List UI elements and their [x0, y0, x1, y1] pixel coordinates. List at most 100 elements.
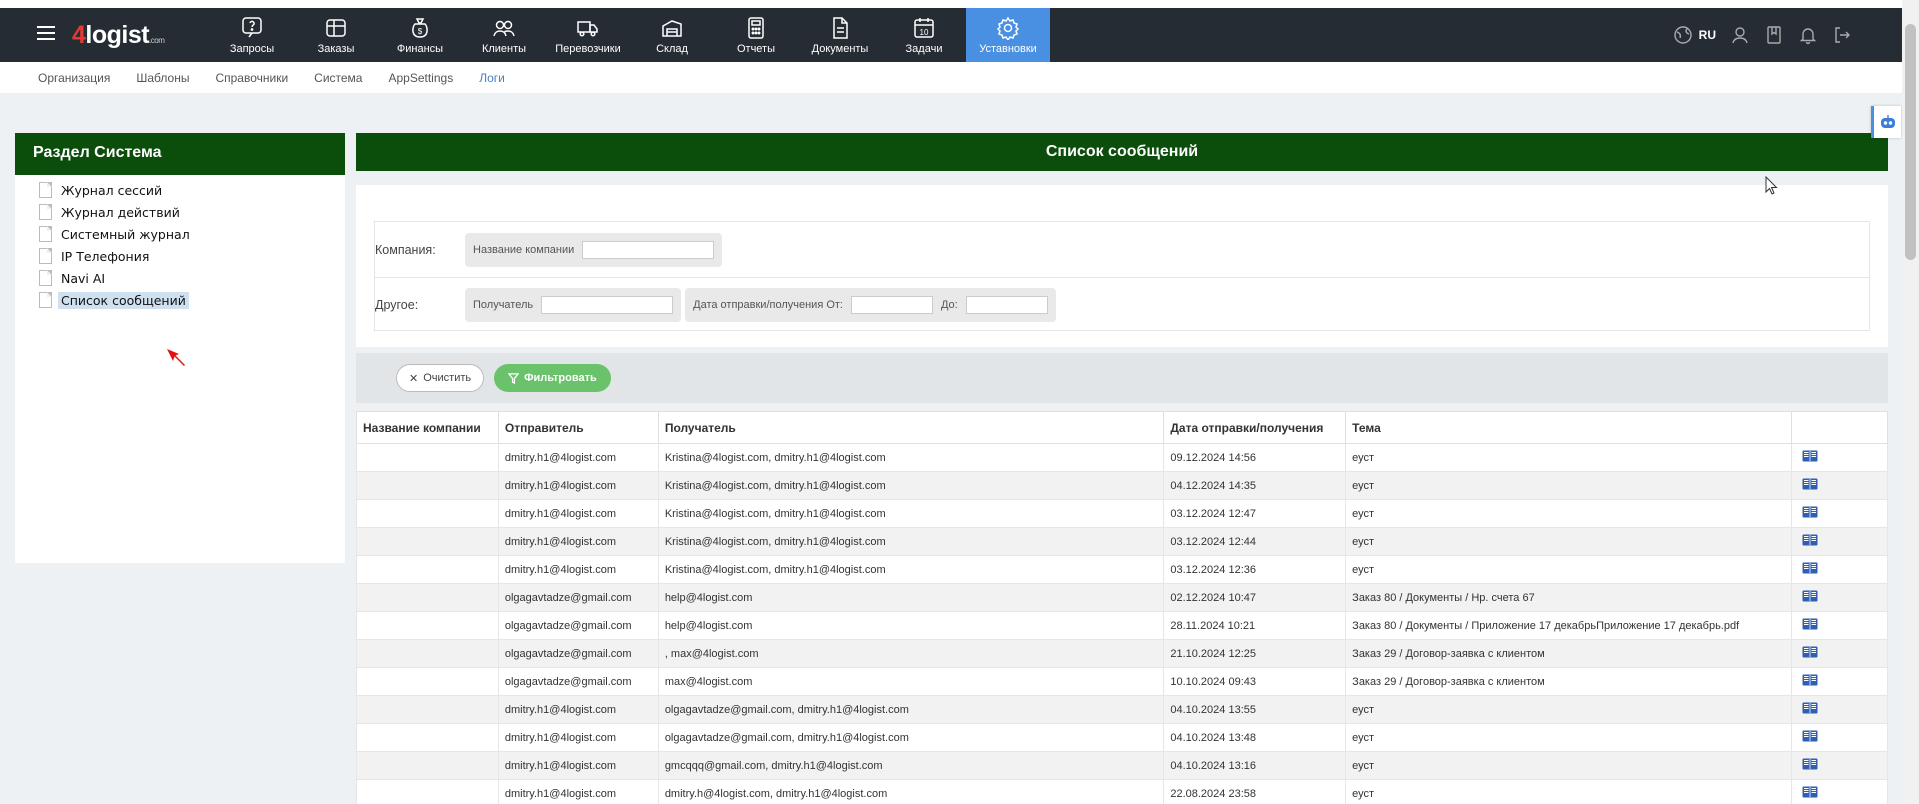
table-cell: dmitry.h1@4logist.com: [497, 443, 659, 472]
mouse-pointer-icon: [1765, 176, 1778, 195]
subnav-item-4[interactable]: Система: [314, 71, 362, 85]
table-cell: Kristina@4logist.com, dmitry.h1@4logist.…: [657, 443, 1165, 472]
document-icon: [39, 270, 52, 286]
view-cell: [1791, 695, 1888, 724]
top-navbar: 4logist.com Запросы Заказы $ Финансы Клиенты…: [0, 8, 1902, 62]
subnav-item-1[interactable]: Организация: [38, 71, 110, 85]
table-cell: help@4logist.com: [657, 611, 1165, 640]
open-book-icon[interactable]: [1802, 618, 1818, 630]
vertical-scrollbar[interactable]: [1902, 0, 1919, 804]
column-header[interactable]: Отправитель: [497, 411, 659, 444]
subnav-item-2[interactable]: Шаблоны: [136, 71, 189, 85]
subnav-item-5[interactable]: AppSettings: [388, 71, 453, 85]
sidebar-item-3[interactable]: Системный журнал: [39, 223, 345, 245]
globe-icon[interactable]: [1673, 25, 1693, 45]
view-cell: [1791, 443, 1888, 472]
nav-item-10[interactable]: Уставновки: [966, 8, 1050, 62]
company-name-input[interactable]: [582, 240, 715, 259]
nav-item-2[interactable]: Заказы: [294, 8, 378, 62]
table-row[interactable]: dmitry.h1@4logist.com Kristina@4logist.co…: [356, 443, 1888, 472]
nav-item-6[interactable]: Склад: [630, 8, 714, 62]
open-book-icon[interactable]: [1802, 590, 1818, 602]
table-row[interactable]: dmitry.h1@4logist.com olgagavtadze@gmail.…: [356, 695, 1888, 724]
filter-button[interactable]: Фильтровать: [494, 364, 611, 392]
open-book-icon[interactable]: [1802, 758, 1818, 770]
open-book-icon[interactable]: [1802, 702, 1818, 714]
open-book-icon[interactable]: [1802, 674, 1818, 686]
table-cell: help@4logist.com: [657, 583, 1165, 612]
open-book-icon[interactable]: [1802, 786, 1818, 798]
view-cell: [1791, 723, 1888, 752]
clear-button[interactable]: ✕ Очистить: [396, 364, 485, 392]
sidebar-item-label: Navi AI: [61, 270, 106, 286]
column-header[interactable]: Название компании: [356, 411, 499, 444]
table-cell: olgagavtadze@gmail.com: [497, 583, 659, 612]
table-cell: 04.12.2024 14:35: [1163, 471, 1347, 500]
nav-item-4[interactable]: Клиенты: [462, 8, 546, 62]
table-cell: [356, 471, 499, 500]
sidebar-item-1[interactable]: Журнал сессий: [39, 179, 345, 201]
table-row[interactable]: olgagavtadze@gmail.com max@4logist.com 10.…: [356, 667, 1888, 696]
table-row[interactable]: olgagavtadze@gmail.com help@4logist.com 28…: [356, 611, 1888, 640]
scrollbar-thumb[interactable]: [1905, 24, 1916, 260]
chatbot-button[interactable]: [1871, 106, 1901, 138]
open-book-icon[interactable]: [1802, 534, 1818, 546]
recipient-input[interactable]: [541, 296, 674, 314]
nav-item-5[interactable]: Перевозчики: [546, 8, 630, 62]
table-row[interactable]: dmitry.h1@4logist.com Kristina@4logist.co…: [356, 471, 1888, 500]
open-book-icon[interactable]: [1802, 506, 1818, 518]
nav-item-label: Задачи: [905, 42, 943, 55]
view-cell: [1791, 639, 1888, 668]
open-book-icon[interactable]: [1802, 478, 1818, 490]
hamburger-menu-icon[interactable]: [37, 26, 55, 40]
table-cell: dmitry.h1@4logist.com: [497, 527, 659, 556]
user-icon[interactable]: [1730, 25, 1750, 45]
table-cell: 03.12.2024 12:47: [1163, 499, 1347, 528]
table-cell: olgagavtadze@gmail.com: [497, 639, 659, 668]
column-header[interactable]: [1791, 411, 1888, 444]
open-book-icon[interactable]: [1802, 730, 1818, 742]
filter-row-company: Компания: Название компании: [375, 222, 1869, 277]
table-cell: 04.10.2024 13:48: [1163, 723, 1347, 752]
table-row[interactable]: olgagavtadze@gmail.com help@4logist.com 02…: [356, 583, 1888, 612]
language-selector[interactable]: RU: [1699, 28, 1716, 42]
table-row[interactable]: dmitry.h1@4logist.com Kristina@4logist.co…: [356, 499, 1888, 528]
open-book-icon[interactable]: [1802, 450, 1818, 462]
open-book-icon[interactable]: [1802, 646, 1818, 658]
table-cell: еуст: [1345, 471, 1793, 500]
nav-item-1[interactable]: Запросы: [210, 8, 294, 62]
column-header[interactable]: Получатель: [657, 411, 1165, 444]
view-cell: [1791, 471, 1888, 500]
truck-icon: [577, 20, 598, 37]
bell-icon[interactable]: [1798, 25, 1818, 45]
recipient-label: Получатель: [473, 299, 534, 311]
date-from-input[interactable]: [850, 296, 933, 314]
table-cell: dmitry.h1@4logist.com: [497, 695, 659, 724]
table-cell: Заказ 29 / Договор-заявка с клиентом: [1345, 667, 1793, 696]
table-cell: 02.12.2024 10:47: [1163, 583, 1347, 612]
logout-icon[interactable]: [1832, 25, 1852, 45]
table-row[interactable]: dmitry.h1@4logist.com Kristina@4logist.co…: [356, 527, 1888, 556]
column-header[interactable]: Тема: [1345, 411, 1793, 444]
nav-item-3[interactable]: $ Финансы: [378, 8, 462, 62]
sidebar-item-2[interactable]: Журнал действий: [39, 201, 345, 223]
date-to-input[interactable]: [965, 296, 1048, 314]
column-header[interactable]: Дата отправки/получения: [1163, 411, 1347, 444]
table-row[interactable]: dmitry.h1@4logist.com dmitry.h@4logist.co…: [356, 779, 1888, 804]
table-row[interactable]: dmitry.h1@4logist.com olgagavtadze@gmail.…: [356, 723, 1888, 752]
table-row[interactable]: dmitry.h1@4logist.com Kristina@4logist.co…: [356, 555, 1888, 584]
sidebar-item-4[interactable]: IP Телефония: [39, 245, 345, 267]
nav-item-8[interactable]: Документы: [798, 8, 882, 62]
open-book-icon[interactable]: [1802, 562, 1818, 574]
bookmark-book-icon[interactable]: [1764, 25, 1784, 45]
table-row[interactable]: dmitry.h1@4logist.com gmcqqq@gmail.com, d…: [356, 751, 1888, 780]
table-row[interactable]: olgagavtadze@gmail.com, max@4logist.com 2…: [356, 639, 1888, 668]
sidebar-item-5[interactable]: Navi AI: [39, 267, 345, 289]
sidebar-item-6[interactable]: Список сообщений: [39, 289, 345, 311]
nav-item-9[interactable]: 10 Задачи: [882, 8, 966, 62]
subnav-item-3[interactable]: Справочники: [215, 71, 288, 85]
subnav-item-6[interactable]: Логи: [479, 71, 505, 85]
nav-item-7[interactable]: Отчеты: [714, 8, 798, 62]
app-logo[interactable]: 4logist.com: [72, 21, 165, 50]
date-range-group: Дата отправки/получения От: До:: [685, 288, 1056, 322]
